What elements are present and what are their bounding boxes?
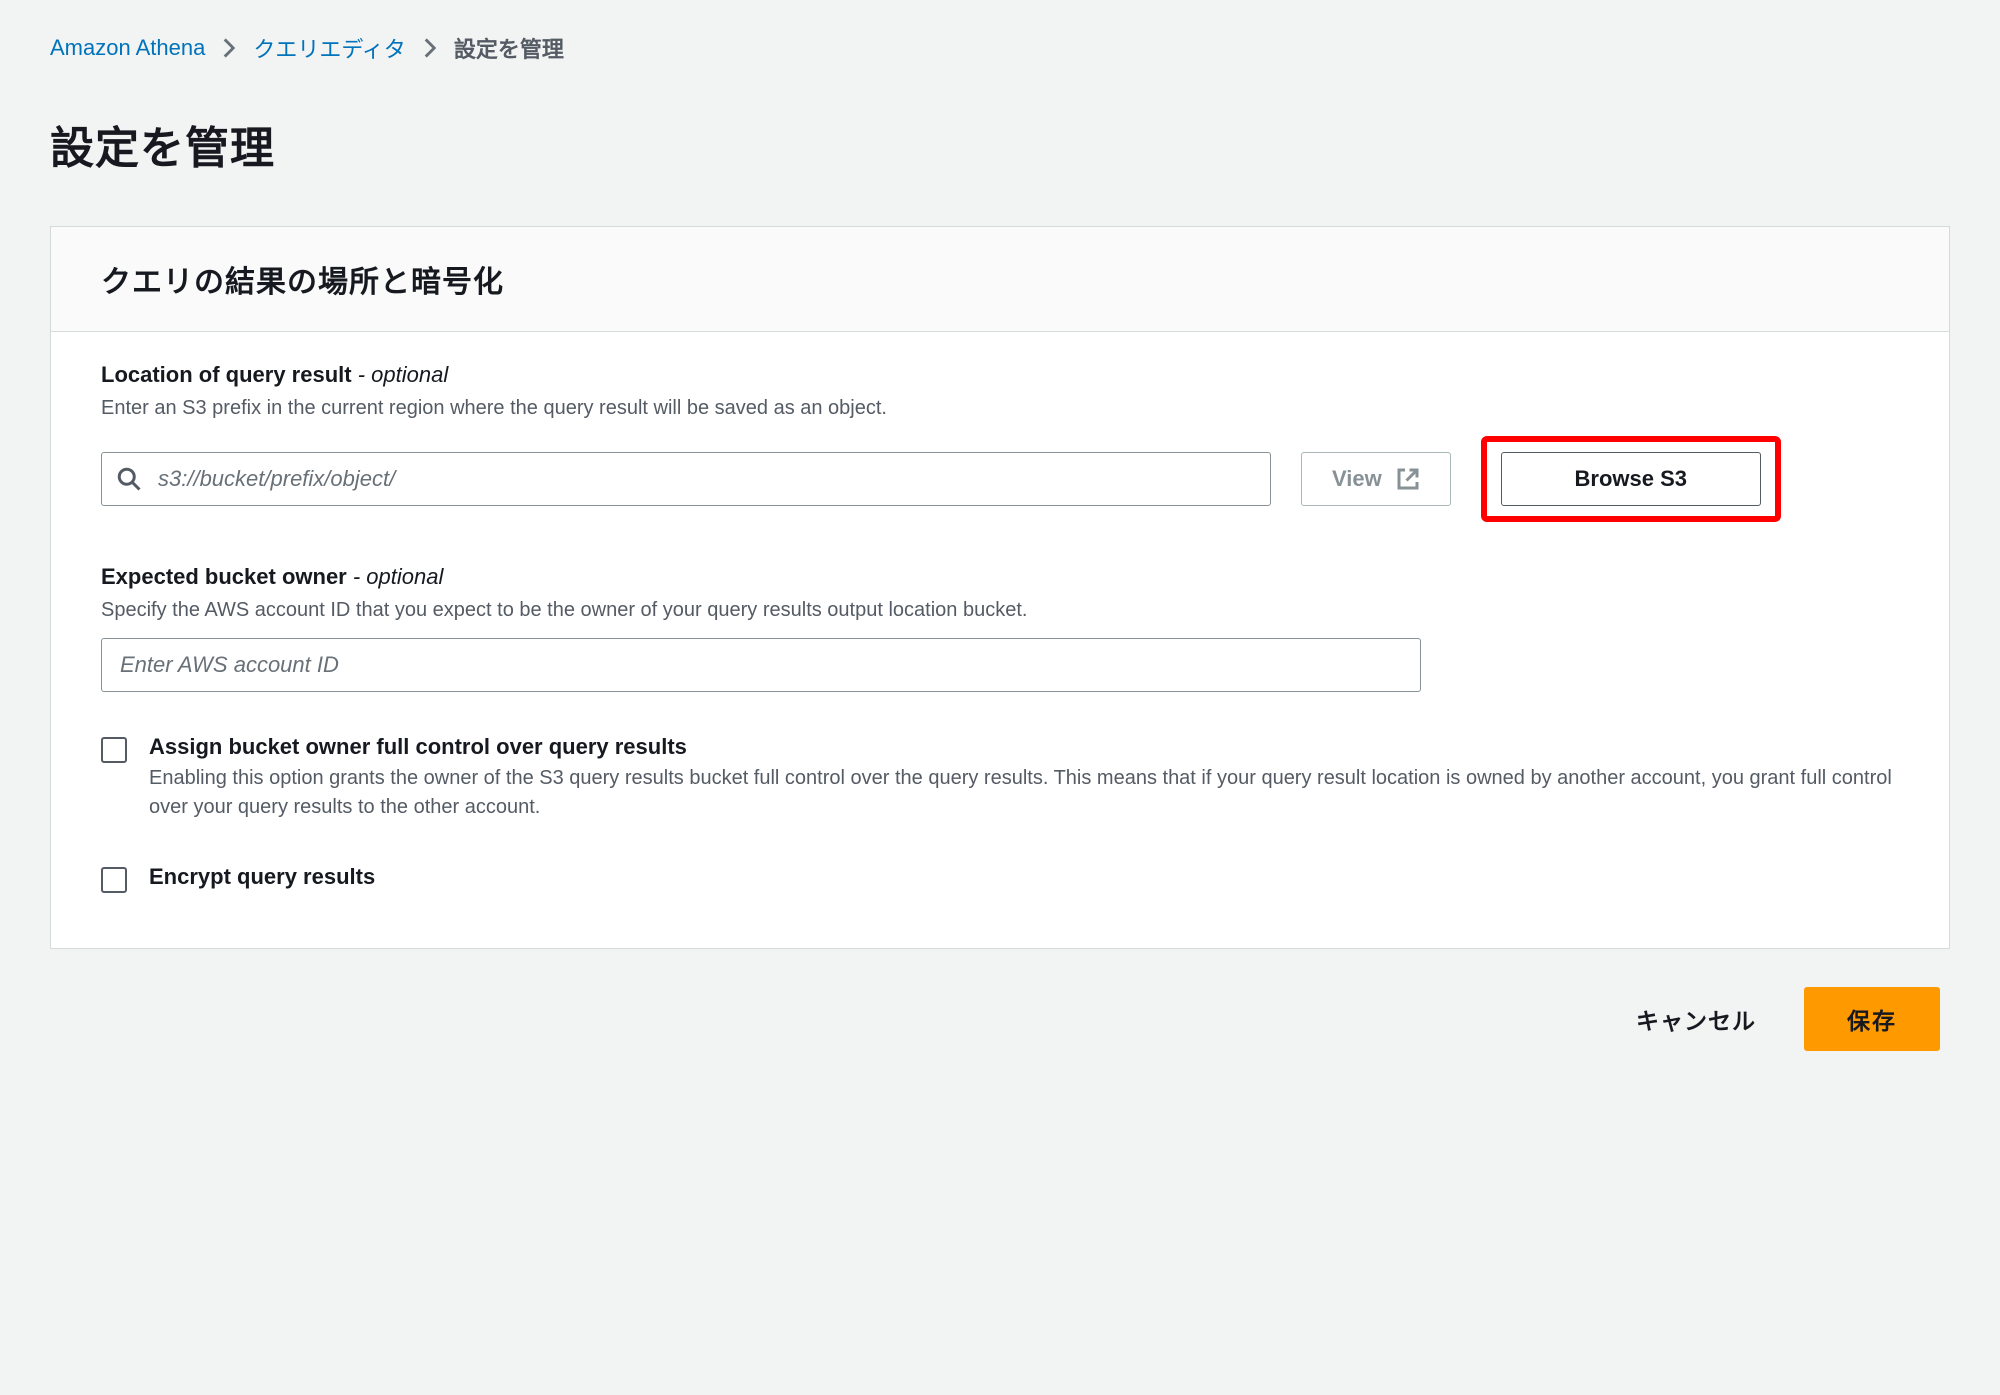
location-desc: Enter an S3 prefix in the current region… [101,394,1899,422]
settings-panel: クエリの結果の場所と暗号化 Location of query result -… [50,226,1950,949]
form-actions: キャンセル 保存 [50,987,1950,1051]
assign-full-control-group: Assign bucket owner full control over qu… [101,734,1899,822]
browse-s3-button[interactable]: Browse S3 [1501,452,1761,506]
browse-highlight: Browse S3 [1481,436,1781,522]
owner-group: Expected bucket owner - optional Specify… [101,564,1899,692]
breadcrumb-current: 設定を管理 [454,32,564,64]
assign-full-control-label: Assign bucket owner full control over qu… [149,734,1899,760]
encrypt-label: Encrypt query results [149,864,1899,890]
breadcrumb-link-editor[interactable]: クエリエディタ [253,32,405,64]
view-button[interactable]: View [1301,452,1451,506]
chevron-right-icon [424,38,436,58]
page-title: 設定を管理 [50,112,1950,176]
save-button[interactable]: 保存 [1804,987,1940,1051]
panel-body: Location of query result - optional Ente… [51,332,1949,948]
panel-title: クエリの結果の場所と暗号化 [101,257,1899,301]
view-button-label: View [1332,466,1382,492]
breadcrumb: Amazon Athena クエリエディタ 設定を管理 [50,20,1950,92]
breadcrumb-link-service[interactable]: Amazon Athena [50,35,205,61]
encrypt-checkbox[interactable] [101,867,127,893]
assign-full-control-desc: Enabling this option grants the owner of… [149,764,1899,822]
expected-bucket-owner-input[interactable] [101,638,1421,692]
search-icon [117,467,141,491]
assign-full-control-checkbox[interactable] [101,737,127,763]
external-link-icon [1396,467,1420,491]
owner-desc: Specify the AWS account ID that you expe… [101,596,1899,624]
location-group: Location of query result - optional Ente… [101,362,1899,522]
browse-s3-label: Browse S3 [1575,466,1688,492]
chevron-right-icon [223,38,235,58]
panel-header: クエリの結果の場所と暗号化 [51,227,1949,332]
cancel-button[interactable]: キャンセル [1612,987,1780,1051]
owner-label: Expected bucket owner - optional [101,564,1899,590]
location-label: Location of query result - optional [101,362,1899,388]
encrypt-group: Encrypt query results [101,864,1899,893]
query-result-location-input[interactable] [101,452,1271,506]
